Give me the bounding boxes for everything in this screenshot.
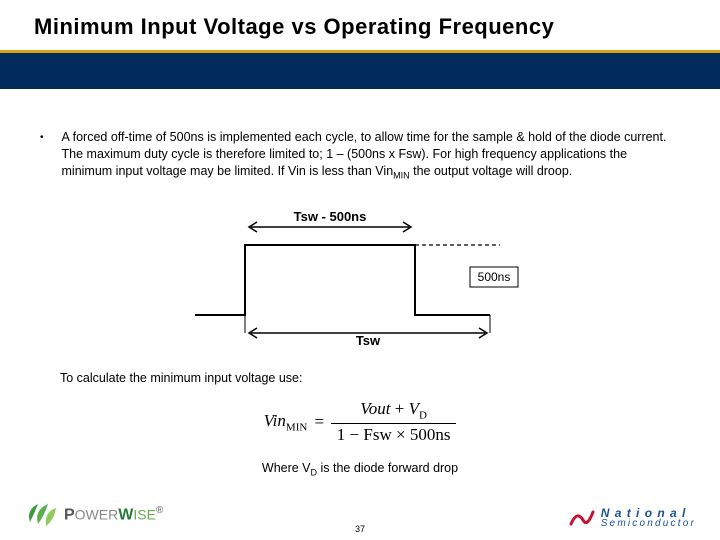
formula: VinMIN = Vout + VD 1 − Fsw × 500ns [40, 399, 680, 444]
formula-lhs: Vin [264, 411, 286, 430]
powerwise-logo: POWERWISE® [24, 500, 163, 530]
where-post: is the diode forward drop [317, 461, 458, 475]
bullet-dot: • [40, 129, 44, 147]
page-title: Minimum Input Voltage vs Operating Frequ… [0, 0, 720, 40]
national-semiconductor-logo: N a t i o n a l Semiconductor [569, 506, 696, 530]
formula-num-b-sub: D [419, 410, 427, 422]
where-pre: Where V [262, 461, 311, 475]
leaf-icon [24, 500, 58, 530]
bullet-text-post: the output voltage will droop. [410, 164, 573, 178]
diagram-period-label: Tsw [356, 333, 381, 345]
formula-lhs-sub: MIN [286, 421, 307, 433]
diagram-off-label: 500ns [478, 270, 511, 284]
formula-num-a: Vout [360, 399, 390, 418]
formula-fraction: Vout + VD 1 − Fsw × 500ns [331, 399, 457, 444]
bullet-sub: MIN [393, 170, 410, 180]
formula-den: 1 − Fsw × 500ns [337, 425, 451, 444]
formula-num-plus: + [395, 399, 405, 418]
diagram-on-label: Tsw - 500ns [294, 209, 367, 224]
timing-diagram-svg: 500ns Tsw - 500ns Tsw [195, 205, 525, 345]
header-band [0, 53, 720, 89]
page-number: 37 [355, 524, 365, 534]
bullet-item: • A forced off-time of 500ns is implemen… [40, 129, 680, 181]
calc-intro: To calculate the minimum input voltage u… [60, 371, 680, 385]
formula-equals: = [313, 412, 324, 432]
ns-wave-icon [569, 506, 595, 530]
content-area: • A forced off-time of 500ns is implemen… [0, 89, 720, 477]
formula-num-b: V [409, 399, 419, 418]
bullet-text: A forced off-time of 500ns is implemente… [62, 129, 680, 181]
timing-diagram: 500ns Tsw - 500ns Tsw [40, 205, 680, 345]
bullet-text-pre: A forced off-time of 500ns is implemente… [62, 130, 667, 178]
where-line: Where VD is the diode forward drop [40, 461, 680, 478]
